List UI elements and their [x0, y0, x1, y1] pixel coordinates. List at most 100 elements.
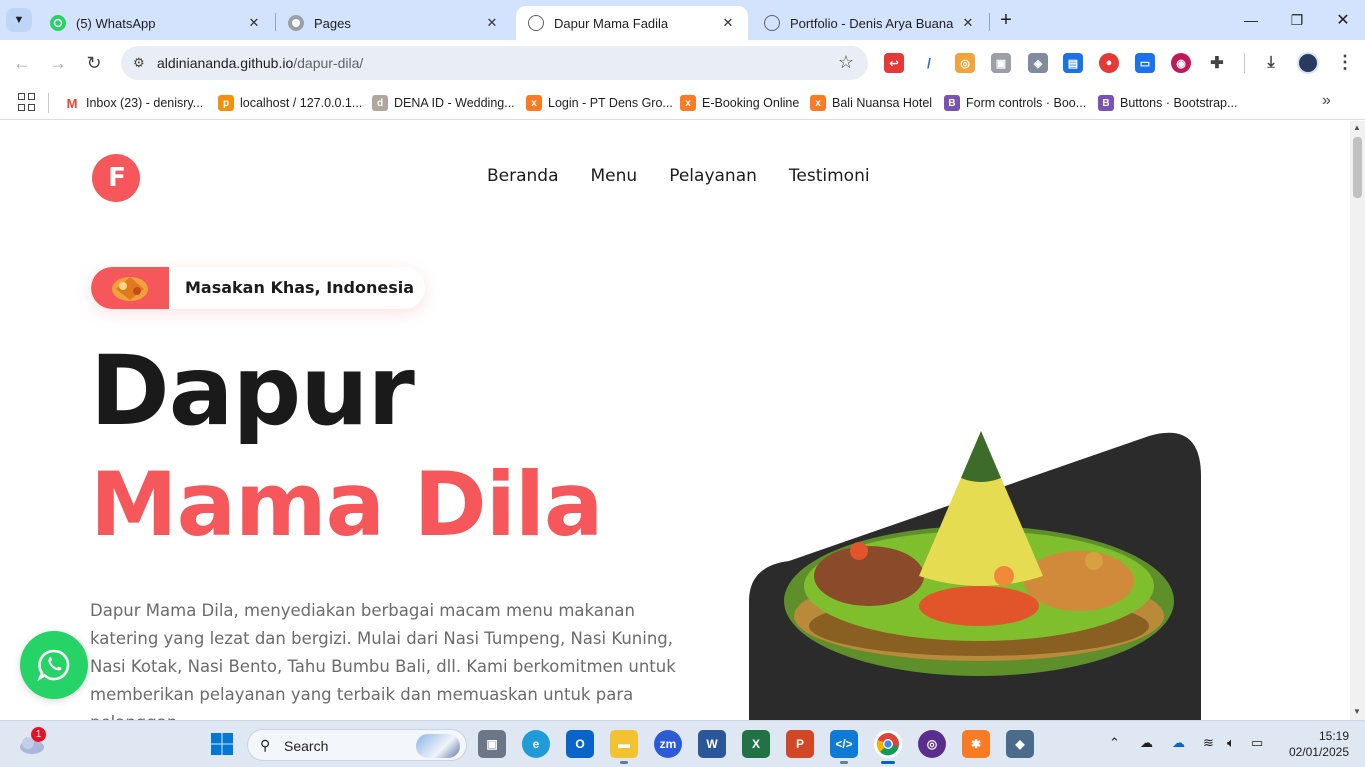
bookmark-inbox[interactable]: M Inbox (23) - denisry...	[64, 93, 203, 113]
new-tab-button[interactable]: +	[995, 8, 1017, 32]
extension-pen-icon[interactable]: /	[919, 53, 939, 73]
xampp-icon[interactable]: ✱	[962, 730, 990, 758]
whatsapp-icon	[37, 649, 70, 682]
battery-icon[interactable]: ▭	[1251, 735, 1263, 751]
tumpeng-image	[749, 431, 1201, 720]
nav-pelayanan[interactable]: Pelayanan	[669, 166, 757, 186]
extension-red-icon[interactable]: ↩	[884, 53, 904, 73]
network-cloud-icon[interactable]: ☁	[1172, 735, 1185, 751]
bookmark-bali-nuansa[interactable]: x Bali Nuansa Hotel	[810, 93, 932, 113]
tab-search-button[interactable]: ▼	[6, 8, 32, 32]
extension-screen-icon[interactable]: ▭	[1135, 53, 1155, 73]
file-explorer-icon[interactable]: ▬	[610, 730, 638, 764]
extensions-puzzle-icon[interactable]: ✚	[1207, 53, 1227, 73]
bookmark-form-controls[interactable]: B Form controls · Boo...	[944, 93, 1086, 113]
menu-kebab-icon[interactable]: ⋮	[1336, 52, 1354, 73]
profile-avatar[interactable]	[1297, 52, 1319, 74]
page-scrollbar[interactable]: ▲ ▼	[1350, 121, 1365, 720]
powerpoint-icon[interactable]: P	[786, 730, 814, 758]
chrome-icon[interactable]	[874, 730, 902, 764]
search-icon: ⚲	[260, 737, 271, 753]
excel-icon[interactable]: X	[742, 730, 770, 758]
whatsapp-float-button[interactable]	[20, 631, 88, 699]
scroll-thumb[interactable]	[1353, 137, 1362, 198]
globe-icon	[764, 15, 780, 31]
notification-badge: 1	[31, 727, 46, 742]
zoom-icon[interactable]: zm	[654, 730, 682, 758]
page-viewport: F Beranda Menu Pelayanan Testimoni Masak…	[0, 121, 1350, 720]
dena-icon: d	[372, 95, 388, 111]
tab-title: (5) WhatsApp	[76, 15, 156, 31]
onedrive-warning-icon[interactable]: ☁	[1140, 735, 1153, 751]
bookmark-label: DENA ID - Wedding...	[394, 96, 515, 110]
clock-time: 15:19	[1318, 729, 1349, 743]
tab-whatsapp[interactable]: (5) WhatsApp ✕	[38, 6, 274, 40]
apps-grid-icon[interactable]	[18, 93, 36, 111]
shield-icon[interactable]: ◈	[1028, 53, 1048, 73]
minimize-button[interactable]: —	[1229, 4, 1273, 36]
forward-button[interactable]: →	[45, 50, 71, 76]
nav-menu[interactable]: Menu	[591, 166, 638, 186]
search-label: Search	[284, 738, 329, 754]
bookmark-login-pt-dens[interactable]: x Login - PT Dens Gro...	[526, 93, 673, 113]
tab-dapur-mama-fadila[interactable]: Dapur Mama Fadila ✕	[516, 6, 748, 40]
download-icon[interactable]: ⤓	[1261, 53, 1281, 73]
site-nav: Beranda Menu Pelayanan Testimoni	[487, 166, 870, 186]
close-icon[interactable]: ✕	[960, 15, 976, 31]
task-view-icon[interactable]: ▣	[478, 730, 506, 758]
gmail-icon: M	[64, 95, 80, 111]
scroll-up-icon[interactable]: ▲	[1353, 123, 1361, 132]
close-icon[interactable]: ✕	[720, 15, 736, 31]
bookmark-localhost[interactable]: p localhost / 127.0.0.1...	[218, 93, 362, 113]
bookmark-star-icon[interactable]: ☆	[838, 52, 854, 73]
nav-beranda[interactable]: Beranda	[487, 166, 559, 186]
github-desktop-icon[interactable]: ◎	[918, 730, 946, 758]
xampp-icon: x	[680, 95, 696, 111]
system-clock[interactable]: 15:19 02/01/2025	[1285, 728, 1349, 760]
tab-pages[interactable]: Pages ✕	[276, 6, 512, 40]
bookmark-e-booking[interactable]: x E-Booking Online	[680, 93, 799, 113]
windows-start-icon[interactable]	[208, 730, 236, 758]
bookmark-label: E-Booking Online	[702, 96, 800, 110]
git-app-icon[interactable]: ◆	[1006, 730, 1034, 758]
tab-portfolio[interactable]: Portfolio - Denis Arya Buana ✕	[752, 6, 988, 40]
address-bar[interactable]: ⚙ aldiniananda.github.io/dapur-dila/ ☆	[121, 46, 868, 80]
bookmark-dena-id[interactable]: d DENA ID - Wedding...	[372, 93, 515, 113]
nav-testimoni[interactable]: Testimoni	[789, 166, 870, 186]
badge-text: Masakan Khas, Indonesia	[185, 278, 415, 297]
close-icon[interactable]: ✕	[246, 15, 262, 31]
bookmark-buttons[interactable]: B Buttons · Bootstrap...	[1098, 93, 1237, 113]
whatsapp-icon	[50, 15, 66, 31]
close-icon[interactable]: ✕	[484, 15, 500, 31]
reload-button[interactable]: ↻	[81, 50, 107, 76]
bookmark-label: localhost / 127.0.0.1...	[240, 96, 363, 110]
word-icon[interactable]: W	[698, 730, 726, 758]
volume-icon[interactable]: 🔈︎	[1227, 735, 1235, 751]
toolbar-separator	[1244, 53, 1245, 73]
site-info-icon[interactable]: ⚙	[133, 55, 149, 71]
site-logo[interactable]: F	[92, 154, 140, 202]
url-text[interactable]: aldiniananda.github.io/dapur-dila/	[157, 55, 363, 71]
extension-doc-icon[interactable]: ▤	[1063, 53, 1083, 73]
taskbar-search[interactable]: ⚲ Search	[247, 729, 467, 761]
camera-icon[interactable]: ▣	[991, 53, 1011, 73]
vscode-icon[interactable]: </>	[830, 730, 858, 764]
tab-title: Portfolio - Denis Arya Buana	[790, 15, 954, 31]
bookmark-separator	[48, 93, 49, 113]
edge-icon[interactable]: e	[522, 730, 550, 758]
browser-toolbar: ← → ↻ ⚙ aldiniananda.github.io/dapur-dil…	[0, 40, 1365, 86]
github-icon	[288, 15, 304, 31]
color-picker-icon[interactable]: ◉	[1171, 53, 1191, 73]
bookmarks-overflow-icon[interactable]: »	[1322, 92, 1331, 110]
pokeball-icon[interactable]: ●	[1099, 53, 1119, 73]
bootstrap-icon: B	[944, 95, 960, 111]
tray-overflow-icon[interactable]: ⌃	[1109, 735, 1120, 751]
window-close-button[interactable]: ✕	[1321, 4, 1365, 36]
restore-button[interactable]: ❐	[1275, 4, 1319, 36]
bootstrap-icon: B	[1098, 95, 1114, 111]
outlook-icon[interactable]: O	[566, 730, 594, 758]
wifi-icon[interactable]: ≋	[1203, 735, 1214, 751]
scroll-down-icon[interactable]: ▼	[1353, 707, 1361, 716]
back-button[interactable]: ←	[9, 50, 35, 76]
extension-orange-icon[interactable]: ◎	[955, 53, 975, 73]
